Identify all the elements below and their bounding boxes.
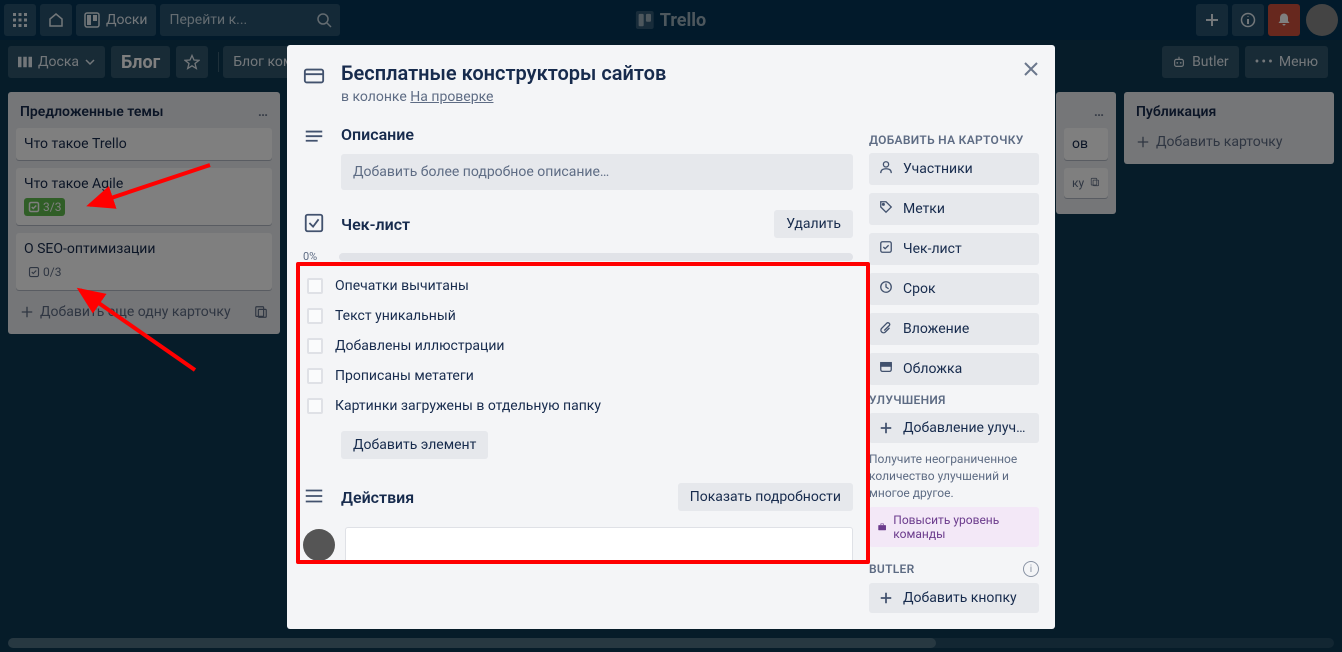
description-input[interactable]: Добавить более подробное описание… (341, 154, 853, 190)
checklist-icon (303, 212, 325, 234)
sidebar-butler-title: BUTLER (869, 562, 915, 576)
card-subtitle: в колонке На проверке (341, 89, 666, 105)
checkbox[interactable] (307, 308, 323, 324)
checklist-item[interactable]: Добавлены иллюстрации (303, 331, 853, 361)
checklist-progress: 0% (303, 250, 853, 263)
upsell-text: Получите неограниченное количество улучш… (869, 451, 1039, 501)
description-icon (303, 127, 325, 149)
sidebar-members-button[interactable]: Участники (869, 153, 1039, 185)
sidebar-item-label: Вложение (903, 321, 969, 337)
checkbox[interactable] (307, 278, 323, 294)
modal-sidebar: ДОБАВИТЬ НА КАРТОЧКУ Участники Метки Чек-л… (869, 125, 1039, 621)
briefcase-icon (877, 521, 887, 533)
sidebar-item-label: Срок (903, 281, 936, 297)
sidebar-item-label: Чек-лист (903, 241, 962, 257)
checklist-item-text: Текст уникальный (335, 308, 456, 324)
progress-bar (339, 253, 853, 261)
cover-icon (879, 360, 893, 378)
activity-section: Действия Показать подробности (303, 483, 853, 511)
checklist-item-text: Картинки загружены в отдельную папку (335, 398, 601, 414)
sidebar-due-date-button[interactable]: Срок (869, 273, 1039, 305)
checkbox[interactable] (307, 368, 323, 384)
show-details-button[interactable]: Показать подробности (678, 483, 853, 511)
sidebar-add-title: ДОБАВИТЬ НА КАРТОЧКУ (869, 133, 1039, 147)
sidebar-upgrades-title: УЛУЧШЕНИЯ (869, 393, 1039, 407)
user-avatar (303, 529, 335, 561)
card-modal: Бесплатные конструкторы сайтов в колонке… (287, 45, 1055, 629)
sidebar-labels-button[interactable]: Метки (869, 193, 1039, 225)
activity-icon (303, 485, 325, 507)
card-title[interactable]: Бесплатные конструкторы сайтов (341, 61, 666, 85)
due-date-icon (879, 280, 893, 298)
sidebar-item-label: Обложка (903, 361, 962, 377)
description-title: Описание (341, 125, 853, 144)
sidebar-add-powerup[interactable]: Добавление улуч… (869, 413, 1039, 443)
attachment-icon (879, 320, 893, 338)
close-icon (1021, 59, 1041, 79)
checklist-item-text: Опечатки вычитаны (335, 278, 469, 294)
checklist-item-text: Добавлены иллюстрации (335, 338, 505, 354)
delete-checklist-button[interactable]: Удалить (774, 210, 853, 238)
description-section: Описание Добавить более подробное описан… (303, 125, 853, 190)
progress-percent: 0% (303, 250, 329, 263)
upsell-label: Повысить уровень команды (893, 513, 1031, 541)
checklist-item[interactable]: Прописаны метатеги (303, 361, 853, 391)
plus-icon (879, 591, 893, 605)
add-checklist-item-button[interactable]: Добавить элемент (341, 431, 488, 459)
card-icon (303, 65, 325, 87)
checklist-icon (879, 240, 893, 258)
sidebar-item-label: Участники (903, 161, 973, 177)
checkbox[interactable] (307, 398, 323, 414)
checklist-section: Чек-лист Удалить (303, 210, 853, 238)
close-button[interactable] (1021, 59, 1041, 83)
checkbox[interactable] (307, 338, 323, 354)
column-link[interactable]: На проверке (410, 89, 493, 105)
in-column-prefix: в колонке (341, 89, 410, 105)
checklist-item[interactable]: Текст уникальный (303, 301, 853, 331)
modal-main: Описание Добавить более подробное описан… (303, 125, 853, 621)
checklist-title[interactable]: Чек-лист (341, 215, 410, 234)
checklist-item[interactable]: Опечатки вычитаны (303, 271, 853, 301)
sidebar-attachment-button[interactable]: Вложение (869, 313, 1039, 345)
plus-icon (879, 421, 893, 435)
labels-icon (879, 200, 893, 218)
sidebar-item-label: Метки (903, 201, 945, 217)
checklist-item[interactable]: Картинки загружены в отдельную папку (303, 391, 853, 421)
sidebar-cover-button[interactable]: Обложка (869, 353, 1039, 385)
powerup-label: Добавление улуч… (903, 420, 1026, 436)
sidebar-butler-add[interactable]: Добавить кнопку (869, 583, 1039, 613)
upsell-button[interactable]: Повысить уровень команды (869, 507, 1039, 547)
members-icon (879, 160, 893, 178)
checklist-item-text: Прописаны метатеги (335, 368, 474, 384)
butler-info-button[interactable]: i (1023, 561, 1039, 577)
butler-add-label: Добавить кнопку (903, 590, 1017, 606)
sidebar-checklist-button[interactable]: Чек-лист (869, 233, 1039, 265)
activity-title: Действия (341, 488, 414, 507)
